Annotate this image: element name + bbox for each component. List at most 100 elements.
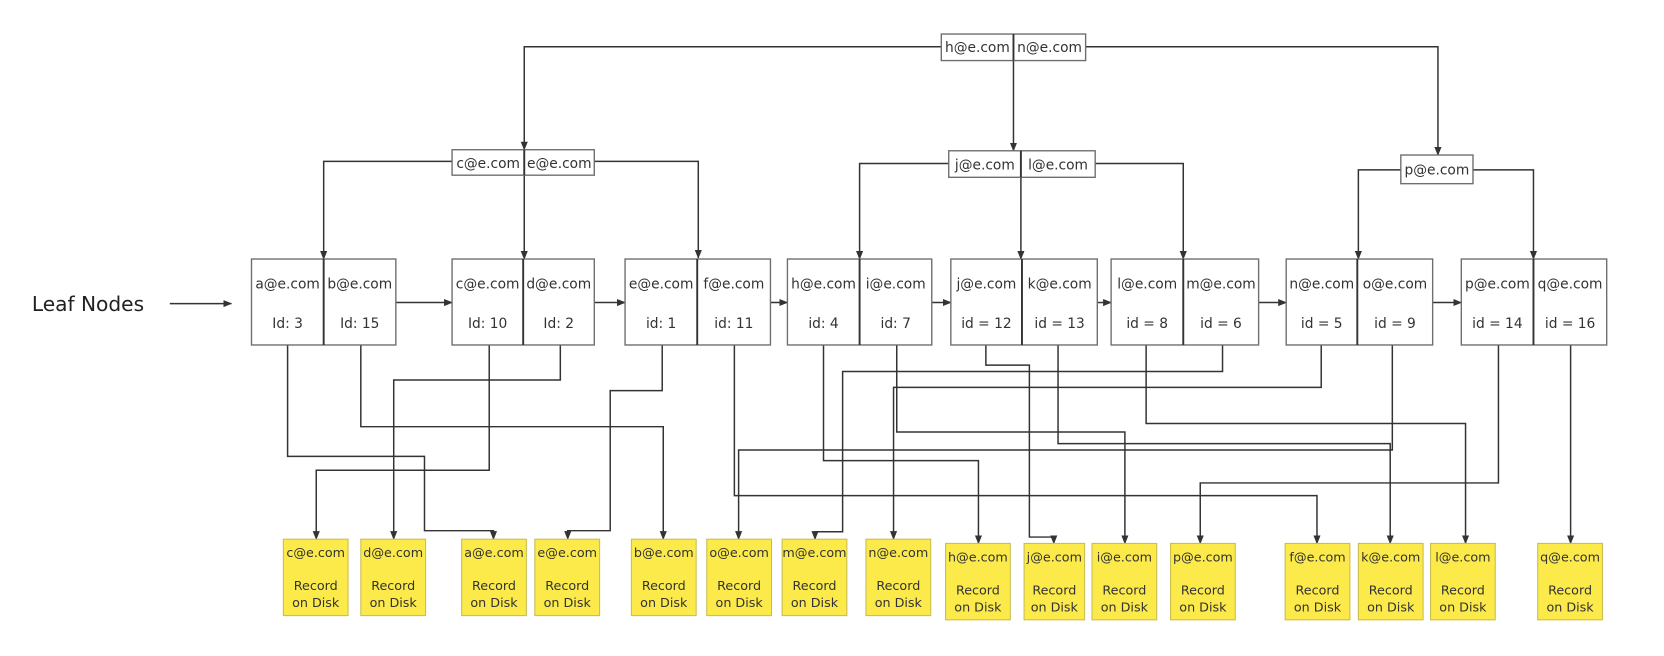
leaf-id: id: 11: [714, 316, 753, 332]
record-label: on Disk: [1294, 600, 1342, 615]
record-key: m@e.com: [782, 546, 846, 561]
leaf-key: k@e.com: [1028, 277, 1092, 293]
record-key: n@e.com: [868, 546, 928, 561]
internal-key: p@e.com: [1404, 163, 1469, 179]
record-label: Record: [1032, 583, 1076, 598]
leaf-id: id = 14: [1472, 316, 1522, 332]
record-label: on Disk: [1439, 600, 1487, 615]
internal-to-leaf: [1472, 169, 1538, 260]
internal-to-leaf: [1354, 169, 1401, 260]
leaf-id: id: 4: [808, 316, 838, 332]
disk-record: k@e.com Record on Disk: [1357, 542, 1424, 621]
record-label: Record: [642, 579, 686, 594]
leaf-id: id: 1: [646, 316, 676, 332]
record-key: c@e.com: [286, 546, 345, 561]
record-label: on Disk: [1101, 600, 1149, 615]
leaf-id: Id: 3: [272, 316, 303, 332]
disk-record: j@e.com Record on Disk: [1023, 542, 1086, 621]
root-key: h@e.com: [945, 40, 1010, 56]
record-key: q@e.com: [1540, 550, 1600, 565]
leaf-id: id = 5: [1301, 316, 1343, 332]
record-pointer: [889, 344, 1322, 541]
record-label: on Disk: [954, 600, 1002, 615]
record-label: Record: [793, 579, 837, 594]
record-key: f@e.com: [1289, 550, 1345, 565]
record-key: i@e.com: [1097, 550, 1152, 565]
leaf-id: id = 9: [1374, 316, 1416, 332]
disk-record: b@e.com Record on Disk: [630, 538, 697, 617]
record-label: Record: [294, 579, 338, 594]
leaf-id: id = 16: [1545, 316, 1595, 332]
record-key: k@e.com: [1361, 550, 1420, 565]
record-label: Record: [1102, 583, 1146, 598]
internal-to-leaf: [1095, 162, 1187, 260]
record-label: Record: [956, 583, 1000, 598]
leaf-key: m@e.com: [1186, 277, 1256, 293]
record-label: on Disk: [370, 596, 418, 611]
disk-record: m@e.com Record on Disk: [781, 538, 848, 617]
leaf-key: f@e.com: [703, 277, 764, 293]
root-node: h@e.com n@e.com: [940, 33, 1087, 62]
record-label: Record: [1441, 583, 1485, 598]
leaf-key: o@e.com: [1363, 277, 1428, 293]
record-label: on Disk: [875, 596, 923, 611]
leaf-key: e@e.com: [629, 277, 694, 293]
leaf-key: j@e.com: [955, 277, 1016, 293]
leaf-node: c@e.com Id: 10 d@e.com Id: 2: [451, 258, 595, 346]
leaf-key: q@e.com: [1538, 277, 1603, 293]
leaf-key: c@e.com: [456, 277, 520, 293]
record-label: on Disk: [292, 596, 340, 611]
record-label: on Disk: [791, 596, 839, 611]
record-pointer: [360, 344, 667, 541]
disk-record: f@e.com Record on Disk: [1284, 542, 1351, 621]
leaf-key: a@e.com: [255, 277, 320, 293]
record-label: Record: [1181, 583, 1225, 598]
root-to-internal: [1085, 46, 1442, 156]
disk-record: q@e.com Record on Disk: [1537, 542, 1603, 621]
record-pointer: [312, 344, 490, 541]
leaf-key: n@e.com: [1289, 277, 1354, 293]
leaf-key: p@e.com: [1465, 277, 1530, 293]
leaf-id: id = 13: [1034, 316, 1084, 332]
internal-node: p@e.com: [1400, 154, 1474, 185]
leaf-node: e@e.com id: 1 f@e.com id: 11: [624, 258, 772, 346]
record-label: Record: [545, 579, 589, 594]
record-label: on Disk: [470, 596, 518, 611]
internal-to-leaf: [594, 160, 702, 259]
disk-record: p@e.com Record on Disk: [1170, 542, 1236, 621]
record-label: on Disk: [716, 596, 764, 611]
record-label: on Disk: [544, 596, 592, 611]
root-to-internal: [520, 46, 942, 151]
disk-record: h@e.com Record on Disk: [945, 542, 1011, 621]
leaf-id: Id: 15: [340, 316, 379, 332]
leaf-node: p@e.com id = 14 q@e.com id = 16: [1460, 258, 1608, 346]
leaf-id: Id: 10: [468, 316, 507, 332]
record-label: Record: [876, 579, 920, 594]
disk-record: d@e.com Record on Disk: [360, 538, 427, 617]
leaf-node: l@e.com id = 8 m@e.com id = 6: [1110, 258, 1260, 346]
record-label: on Disk: [1179, 600, 1227, 615]
disk-record: e@e.com Record on Disk: [534, 538, 601, 617]
record-label: Record: [1296, 583, 1340, 598]
disk-record: l@e.com Record on Disk: [1430, 542, 1496, 621]
internal-key: c@e.com: [456, 156, 520, 172]
record-key: d@e.com: [363, 546, 423, 561]
leaf-node: n@e.com id = 5 o@e.com id = 9: [1285, 258, 1434, 346]
record-key: h@e.com: [948, 550, 1008, 565]
record-pointer: [811, 344, 1224, 541]
leaf-node: a@e.com Id: 3 b@e.com Id: 15: [250, 258, 397, 346]
record-pointer: [735, 344, 1394, 541]
internal-to-leaf: [856, 162, 949, 260]
record-pointer: [390, 344, 562, 541]
bplus-tree-diagram: h@e.com n@e.com c@e.com e@e.com j@e.com l@e.c…: [32, 33, 1608, 621]
internal-key: j@e.com: [954, 157, 1015, 173]
record-label: on Disk: [1546, 600, 1594, 615]
leaf-key: d@e.com: [526, 277, 591, 293]
leaf-id: id = 8: [1126, 316, 1168, 332]
record-pointer: [564, 344, 663, 541]
leaf-id: id: 7: [880, 316, 910, 332]
leaf-node: h@e.com id: 4 i@e.com id: 7: [786, 258, 933, 346]
internal-key: l@e.com: [1028, 157, 1088, 173]
disk-record: i@e.com Record on Disk: [1091, 542, 1158, 621]
record-key: e@e.com: [537, 546, 597, 561]
